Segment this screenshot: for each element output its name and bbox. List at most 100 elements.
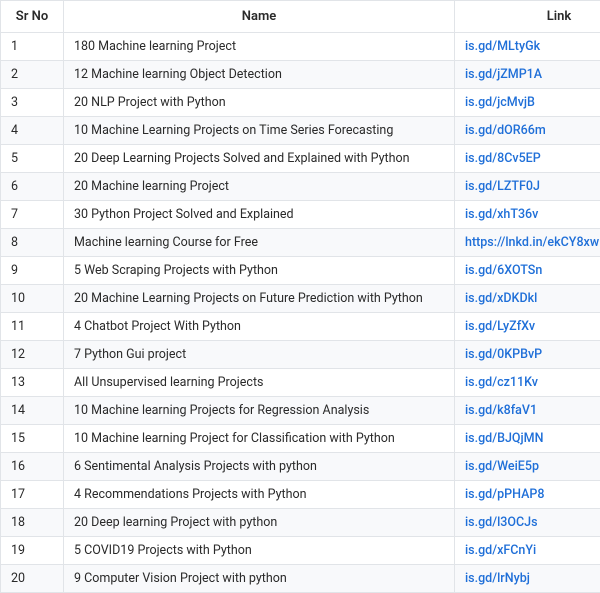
project-link[interactable]: is.gd/0KPBvP — [465, 347, 542, 362]
cell-link: is.gd/jcMvjB — [455, 89, 600, 117]
cell-name: 20 Machine Learning Projects on Future P… — [64, 285, 455, 313]
cell-name: All Unsupervised learning Projects — [64, 369, 455, 397]
project-link[interactable]: is.gd/lrNybj — [465, 571, 530, 586]
cell-name: 10 Machine learning Projects for Regress… — [64, 397, 455, 425]
cell-name: 12 Machine learning Object Detection — [64, 61, 455, 89]
table-row: 1510 Machine learning Project for Classi… — [1, 425, 600, 453]
table-row: 1180 Machine learning Project is.gd/MLtyG… — [1, 33, 600, 61]
cell-sr-no: 12 — [1, 341, 64, 369]
header-link: Link — [455, 1, 600, 33]
cell-sr-no: 17 — [1, 481, 64, 509]
cell-name: 7 Python Gui project — [64, 341, 455, 369]
table-row: 212 Machine learning Object Detectionis.… — [1, 61, 600, 89]
project-link[interactable]: is.gd/6XOTSn — [465, 263, 542, 278]
project-link[interactable]: is.gd/xhT36v — [465, 207, 538, 222]
cell-sr-no: 4 — [1, 117, 64, 145]
cell-name: 5 COVID19 Projects with Python — [64, 537, 455, 565]
project-link[interactable]: is.gd/8Cv5EP — [465, 151, 541, 166]
cell-sr-no: 6 — [1, 173, 64, 201]
cell-link: is.gd/k8faV1 — [455, 397, 600, 425]
table-row: 127 Python Gui project is.gd/0KPBvP — [1, 341, 600, 369]
cell-link: is.gd/BJQjMN — [455, 425, 600, 453]
table-row: 320 NLP Project with Python is.gd/jcMvjB — [1, 89, 600, 117]
cell-name: 20 Deep learning Project with python — [64, 509, 455, 537]
project-link[interactable]: is.gd/LyZfXv — [465, 319, 535, 334]
table-row: 1820 Deep learning Project with python is… — [1, 509, 600, 537]
cell-link: is.gd/LZTF0J — [455, 173, 600, 201]
cell-sr-no: 11 — [1, 313, 64, 341]
table-row: 95 Web Scraping Projects with Python is.g… — [1, 257, 600, 285]
table-row: 166 Sentimental Analysis Projects with p… — [1, 453, 600, 481]
cell-name: Machine learning Course for Free — [64, 229, 455, 257]
project-link[interactable]: is.gd/WeiE5p — [465, 459, 539, 474]
cell-sr-no: 14 — [1, 397, 64, 425]
project-link[interactable]: is.gd/jZMP1A — [465, 67, 542, 82]
table-row: 114 Chatbot Project With Python is.gd/LyZ… — [1, 313, 600, 341]
cell-name: 180 Machine learning Project — [64, 33, 455, 61]
cell-name: 20 NLP Project with Python — [64, 89, 455, 117]
project-link[interactable]: is.gd/k8faV1 — [465, 403, 537, 418]
cell-link: is.gd/6XOTSn — [455, 257, 600, 285]
project-link[interactable]: is.gd/pPHAP8 — [465, 487, 544, 502]
cell-name: 20 Machine learning Project — [64, 173, 455, 201]
cell-link: is.gd/8Cv5EP — [455, 145, 600, 173]
cell-name: 10 Machine learning Project for Classifi… — [64, 425, 455, 453]
cell-name: 6 Sentimental Analysis Projects with pyt… — [64, 453, 455, 481]
cell-link: is.gd/cz11Kv — [455, 369, 600, 397]
projects-table: Sr No Name Link 1180 Machine learning Pr… — [0, 0, 600, 593]
project-link[interactable]: is.gd/MLtyGk — [465, 39, 540, 54]
table-row: 410 Machine Learning Projects on Time Se… — [1, 117, 600, 145]
project-link[interactable]: is.gd/xFCnYi — [465, 543, 536, 558]
cell-name: 4 Chatbot Project With Python — [64, 313, 455, 341]
cell-sr-no: 13 — [1, 369, 64, 397]
table-row: 13All Unsupervised learning Projects is.g… — [1, 369, 600, 397]
cell-sr-no: 10 — [1, 285, 64, 313]
cell-link: is.gd/xhT36v — [455, 201, 600, 229]
cell-sr-no: 20 — [1, 565, 64, 593]
table-row: 520 Deep Learning Projects Solved and Ex… — [1, 145, 600, 173]
cell-sr-no: 8 — [1, 229, 64, 257]
cell-link: is.gd/xFCnYi — [455, 537, 600, 565]
project-link[interactable]: is.gd/xDKDkl — [465, 291, 537, 306]
cell-sr-no: 3 — [1, 89, 64, 117]
cell-link: is.gd/dOR66m — [455, 117, 600, 145]
cell-link: is.gd/l3OCJs — [455, 509, 600, 537]
project-link[interactable]: is.gd/LZTF0J — [465, 179, 540, 194]
header-name: Name — [64, 1, 455, 33]
cell-sr-no: 9 — [1, 257, 64, 285]
cell-sr-no: 18 — [1, 509, 64, 537]
table-row: 195 COVID19 Projects with Python is.gd/xF… — [1, 537, 600, 565]
table-row: 8Machine learning Course for Free https:/… — [1, 229, 600, 257]
table-row: 174 Recommendations Projects with Python… — [1, 481, 600, 509]
cell-name: 5 Web Scraping Projects with Python — [64, 257, 455, 285]
cell-sr-no: 15 — [1, 425, 64, 453]
table-row: 730 Python Project Solved and Explainedi… — [1, 201, 600, 229]
table-row: 1410 Machine learning Projects for Regre… — [1, 397, 600, 425]
cell-name: 20 Deep Learning Projects Solved and Exp… — [64, 145, 455, 173]
project-link[interactable]: is.gd/cz11Kv — [465, 375, 538, 390]
project-link[interactable]: is.gd/jcMvjB — [465, 95, 535, 110]
cell-link: is.gd/0KPBvP — [455, 341, 600, 369]
cell-name: 4 Recommendations Projects with Python — [64, 481, 455, 509]
cell-link: is.gd/xDKDkl — [455, 285, 600, 313]
cell-link: is.gd/jZMP1A — [455, 61, 600, 89]
cell-link: https://lnkd.in/ekCY8xw — [455, 229, 600, 257]
table-row: 620 Machine learning Project is.gd/LZTF0J — [1, 173, 600, 201]
cell-link: is.gd/lrNybj — [455, 565, 600, 593]
project-link[interactable]: is.gd/dOR66m — [465, 123, 546, 138]
cell-sr-no: 16 — [1, 453, 64, 481]
table-row: 1020 Machine Learning Projects on Future… — [1, 285, 600, 313]
header-row: Sr No Name Link — [1, 1, 600, 33]
cell-link: is.gd/pPHAP8 — [455, 481, 600, 509]
cell-sr-no: 19 — [1, 537, 64, 565]
project-link[interactable]: is.gd/l3OCJs — [465, 515, 538, 530]
cell-sr-no: 1 — [1, 33, 64, 61]
cell-sr-no: 5 — [1, 145, 64, 173]
project-link[interactable]: is.gd/BJQjMN — [465, 431, 544, 446]
cell-link: is.gd/MLtyGk — [455, 33, 600, 61]
project-link[interactable]: https://lnkd.in/ekCY8xw — [465, 235, 599, 250]
cell-name: 10 Machine Learning Projects on Time Ser… — [64, 117, 455, 145]
cell-link: is.gd/LyZfXv — [455, 313, 600, 341]
cell-link: is.gd/WeiE5p — [455, 453, 600, 481]
header-sr-no: Sr No — [1, 1, 64, 33]
